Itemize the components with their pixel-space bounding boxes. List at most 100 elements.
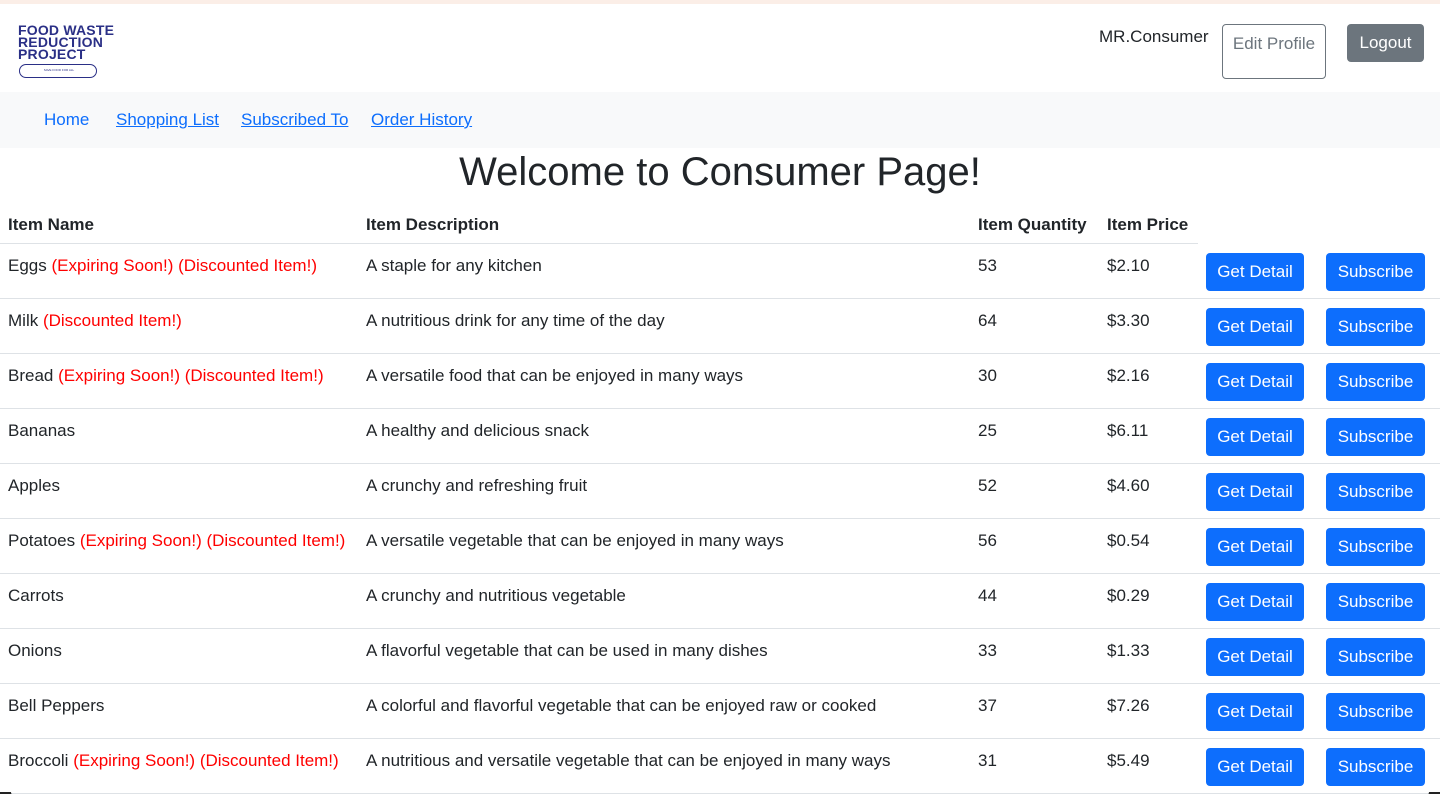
table-row: Onions A flavorful vegetable that can be… [0,629,1440,684]
item-name: Bell Peppers [8,696,105,715]
item-quantity: 37 [978,696,997,715]
item-quantity: 52 [978,476,997,495]
nav-shopping-list[interactable]: Shopping List [116,110,219,130]
subscribe-button[interactable]: Subscribe [1326,308,1425,346]
edit-profile-button[interactable]: Edit Profile [1222,24,1326,79]
get-detail-button[interactable]: Get Detail [1206,748,1304,786]
subscribe-button[interactable]: Subscribe [1326,693,1425,731]
page-title: Welcome to Consumer Page! [459,150,981,194]
get-detail-button[interactable]: Get Detail [1206,693,1304,731]
table-row: Bread (Expiring Soon!) (Discounted Item!… [0,354,1440,409]
item-quantity: 64 [978,311,997,330]
item-name-cell: Potatoes (Expiring Soon!) (Discounted It… [8,531,345,551]
get-detail-button[interactable]: Get Detail [1206,528,1304,566]
logout-button[interactable]: Logout [1347,24,1424,62]
item-price: $3.30 [1107,311,1150,330]
logo-tagline-pill: SAVE FOOD FOR ALL [19,64,97,78]
subscribe-button[interactable]: Subscribe [1326,528,1425,566]
item-price: $6.11 [1107,421,1149,440]
item-status-tags: (Expiring Soon!) (Discounted Item!) [51,256,317,275]
item-description: A healthy and delicious snack [366,421,590,440]
item-name: Onions [8,641,62,660]
item-name: Apples [8,476,60,495]
item-name-cell: Broccoli (Expiring Soon!) (Discounted It… [8,751,339,771]
item-description: A versatile vegetable that can be enjoye… [366,531,784,550]
item-price: $2.10 [1107,256,1150,275]
item-description: A nutritious and versatile vegetable tha… [366,751,891,770]
item-quantity: 31 [978,751,997,770]
item-name-cell: Bell Peppers [8,696,104,716]
item-name-cell: Carrots [8,586,64,606]
item-name-cell: Onions [8,641,62,661]
item-status-tags: (Expiring Soon!) (Discounted Item!) [58,366,324,385]
nav-home[interactable]: Home [44,110,89,130]
table-row: Potatoes (Expiring Soon!) (Discounted It… [0,519,1440,574]
navbar: Home Shopping List Subscribed To Order H… [0,92,1440,148]
get-detail-button[interactable]: Get Detail [1206,473,1304,511]
nav-subscribed-to[interactable]: Subscribed To [241,110,348,130]
table-row: Carrots A crunchy and nutritious vegetab… [0,574,1440,629]
item-status-tags: (Discounted Item!) [42,311,182,330]
item-status-tags: (Expiring Soon!) (Discounted Item!) [79,531,346,550]
subscribe-button[interactable]: Subscribe [1326,473,1425,511]
logo-line: PROJECT [18,46,86,62]
item-price: $0.54 [1107,531,1150,550]
item-name: Carrots [8,586,64,605]
item-quantity: 30 [978,366,997,385]
item-price: $7.26 [1107,696,1150,715]
table-row: Milk (Discounted Item!) A nutritious drin… [0,299,1440,354]
item-description: A flavorful vegetable that can be used i… [366,641,768,660]
header-item-name: Item Name [8,215,94,234]
get-detail-button[interactable]: Get Detail [1206,253,1304,291]
item-name-cell: Milk (Discounted Item!) [8,311,182,331]
item-name-cell: Eggs (Expiring Soon!) (Discounted Item!) [8,256,317,276]
get-detail-button[interactable]: Get Detail [1206,418,1304,456]
item-quantity: 25 [978,421,997,440]
header-item-price: Item Price [1107,215,1189,234]
subscribe-button[interactable]: Subscribe [1326,638,1425,676]
item-description: A staple for any kitchen [366,256,542,275]
item-name: Broccoli [8,751,69,770]
subscribe-button[interactable]: Subscribe [1326,748,1425,786]
item-name-cell: Apples [8,476,60,496]
item-name: Eggs [8,256,47,275]
item-name: Bread [8,366,54,385]
item-price: $5.49 [1107,751,1150,770]
item-status-tags: (Expiring Soon!) (Discounted Item!) [73,751,339,770]
username: MR.Consumer [1099,27,1209,46]
item-price: $1.33 [1107,641,1150,660]
item-name: Potatoes [8,531,76,550]
subscribe-button[interactable]: Subscribe [1326,253,1425,291]
get-detail-button[interactable]: Get Detail [1206,308,1304,346]
item-quantity: 33 [978,641,997,660]
item-description: A nutritious drink for any time of the d… [366,311,665,330]
item-name-cell: Bananas [8,421,75,441]
table-row: Bananas A healthy and delicious snack 25 $… [0,409,1440,464]
item-quantity: 56 [978,531,997,550]
logo-tagline: SAVE FOOD FOR ALL [43,68,75,72]
item-description: A crunchy and nutritious vegetable [366,586,626,605]
table-row: Broccoli (Expiring Soon!) (Discounted It… [0,739,1440,794]
header: FOOD WASTE REDUCTION PROJECT SAVE FOOD F… [0,4,1440,92]
item-quantity: 44 [978,586,997,605]
table-row: Apples A crunchy and refreshing fruit 52 $… [0,464,1440,519]
item-description: A crunchy and refreshing fruit [366,476,588,495]
header-item-description: Item Description [366,215,500,234]
logo[interactable]: FOOD WASTE REDUCTION PROJECT SAVE FOOD F… [18,23,142,80]
get-detail-button[interactable]: Get Detail [1206,363,1304,401]
subscribe-button[interactable]: Subscribe [1326,418,1425,456]
subscribe-button[interactable]: Subscribe [1326,583,1425,621]
item-quantity: 53 [978,256,997,275]
nav-order-history[interactable]: Order History [371,110,472,130]
get-detail-button[interactable]: Get Detail [1206,583,1304,621]
subscribe-button[interactable]: Subscribe [1326,363,1425,401]
table-row: Eggs (Expiring Soon!) (Discounted Item!)… [0,244,1440,299]
item-name: Bananas [8,421,76,440]
table-row: Bell Peppers A colorful and flavorful ve… [0,684,1440,739]
item-description: A versatile food that can be enjoyed in … [366,366,744,385]
item-name: Milk [8,311,39,330]
item-description: A colorful and flavorful vegetable that … [366,696,877,715]
get-detail-button[interactable]: Get Detail [1206,638,1304,676]
header-item-quantity: Item Quantity [978,215,1087,234]
item-price: $2.16 [1107,366,1150,385]
